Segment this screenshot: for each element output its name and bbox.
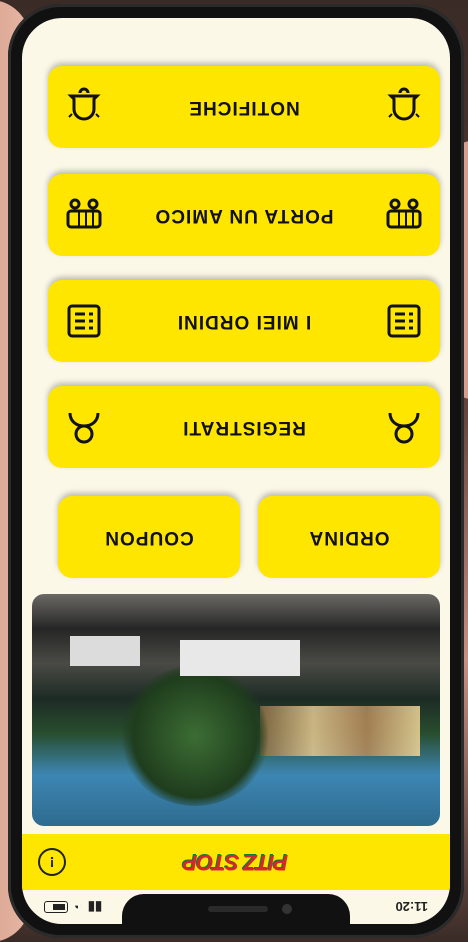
delivery-cart-icon <box>62 193 106 237</box>
speaker-icon <box>208 906 268 912</box>
camera-icon <box>282 904 292 914</box>
porta-un-amico-label: PORTA UN AMICO <box>154 205 334 226</box>
ordina-label: ORDINA <box>308 527 390 548</box>
registrati-label: REGISTRATI <box>182 417 306 438</box>
coupon-label: COUPON <box>104 527 194 548</box>
user-icon <box>62 405 106 449</box>
coupon-button[interactable]: COUPON <box>58 496 240 578</box>
list-icon <box>382 299 426 343</box>
signal-icon: ▮▮ <box>87 900 103 915</box>
notifiche-button[interactable]: NOTIFICHE <box>48 66 440 148</box>
i-miei-ordini-label: I MIEI ORDINI <box>176 311 312 332</box>
i-miei-ordini-button[interactable]: I MIEI ORDINI <box>48 280 440 362</box>
app-screen: 11:20 ▮▮ ◔ PITZ STOP ! ORDINA COUPON REG… <box>22 18 450 924</box>
app-header: PITZ STOP ! <box>22 834 450 890</box>
notifiche-label: NOTIFICHE <box>188 97 300 118</box>
delivery-cart-icon <box>382 193 426 237</box>
notch <box>122 894 350 924</box>
status-time: 11:20 <box>395 899 428 915</box>
app-logo: PITZ STOP <box>183 850 289 875</box>
porta-un-amico-button[interactable]: PORTA UN AMICO <box>48 174 440 256</box>
phone-frame: 11:20 ▮▮ ◔ PITZ STOP ! ORDINA COUPON REG… <box>8 4 464 938</box>
photo-background: 11:20 ▮▮ ◔ PITZ STOP ! ORDINA COUPON REG… <box>0 0 468 942</box>
info-icon[interactable]: ! <box>38 848 66 876</box>
bell-icon <box>382 85 426 129</box>
list-icon <box>62 299 106 343</box>
rotated-content: 11:20 ▮▮ ◔ PITZ STOP ! ORDINA COUPON REG… <box>22 18 450 924</box>
registrati-button[interactable]: REGISTRATI <box>48 386 440 468</box>
battery-icon <box>44 901 68 913</box>
hero-image <box>32 594 440 826</box>
wifi-icon: ◔ <box>74 899 82 915</box>
user-icon <box>382 405 426 449</box>
ordina-button[interactable]: ORDINA <box>258 496 440 578</box>
bell-icon <box>62 85 106 129</box>
